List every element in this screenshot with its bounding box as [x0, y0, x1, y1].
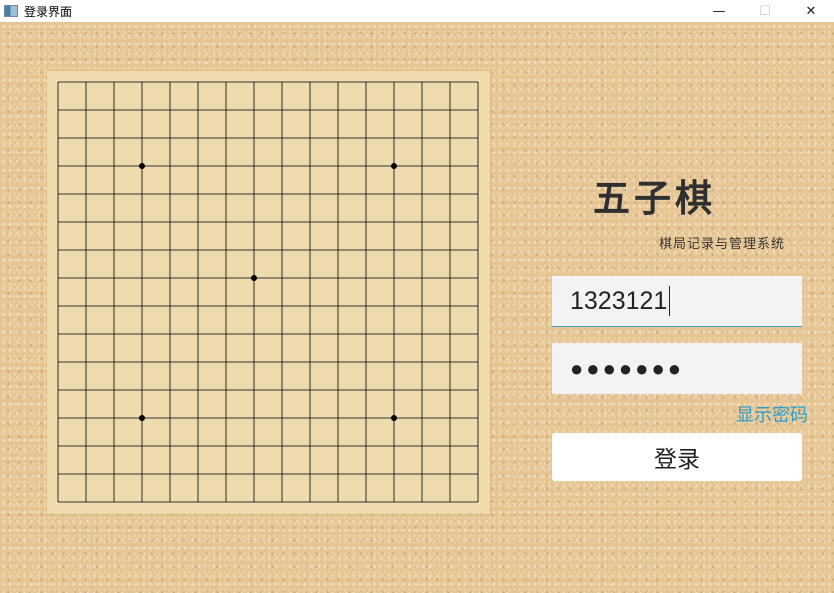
- star-point: [139, 163, 145, 169]
- star-point: [391, 163, 397, 169]
- window-title: 登录界面: [24, 4, 73, 19]
- login-window-content: 五子棋 棋局记录与管理系统 1323121 ●●●●●●● 显示密码 登录: [0, 22, 834, 593]
- username-value: 1323121: [570, 286, 668, 315]
- maximize-button[interactable]: ☐: [742, 0, 788, 22]
- show-password-link[interactable]: 显示密码: [736, 401, 808, 427]
- title-bar: 登录界面 — ☐ ✕: [0, 0, 834, 22]
- app-subtitle: 棋局记录与管理系统: [659, 237, 786, 252]
- login-button[interactable]: 登录: [552, 433, 802, 481]
- star-point: [251, 275, 257, 281]
- password-mask: ●●●●●●●: [570, 355, 685, 381]
- minimize-button[interactable]: —: [696, 0, 742, 22]
- text-caret: [669, 286, 671, 316]
- close-button[interactable]: ✕: [788, 0, 834, 22]
- app-title: 五子棋: [593, 176, 716, 220]
- star-point: [139, 415, 145, 421]
- app-icon: [4, 5, 18, 17]
- window-controls: — ☐ ✕: [696, 0, 834, 22]
- username-input[interactable]: 1323121: [552, 276, 802, 327]
- gomoku-board: [47, 71, 490, 514]
- board-grid: [57, 81, 479, 503]
- password-input[interactable]: ●●●●●●●: [552, 343, 802, 394]
- star-point: [391, 415, 397, 421]
